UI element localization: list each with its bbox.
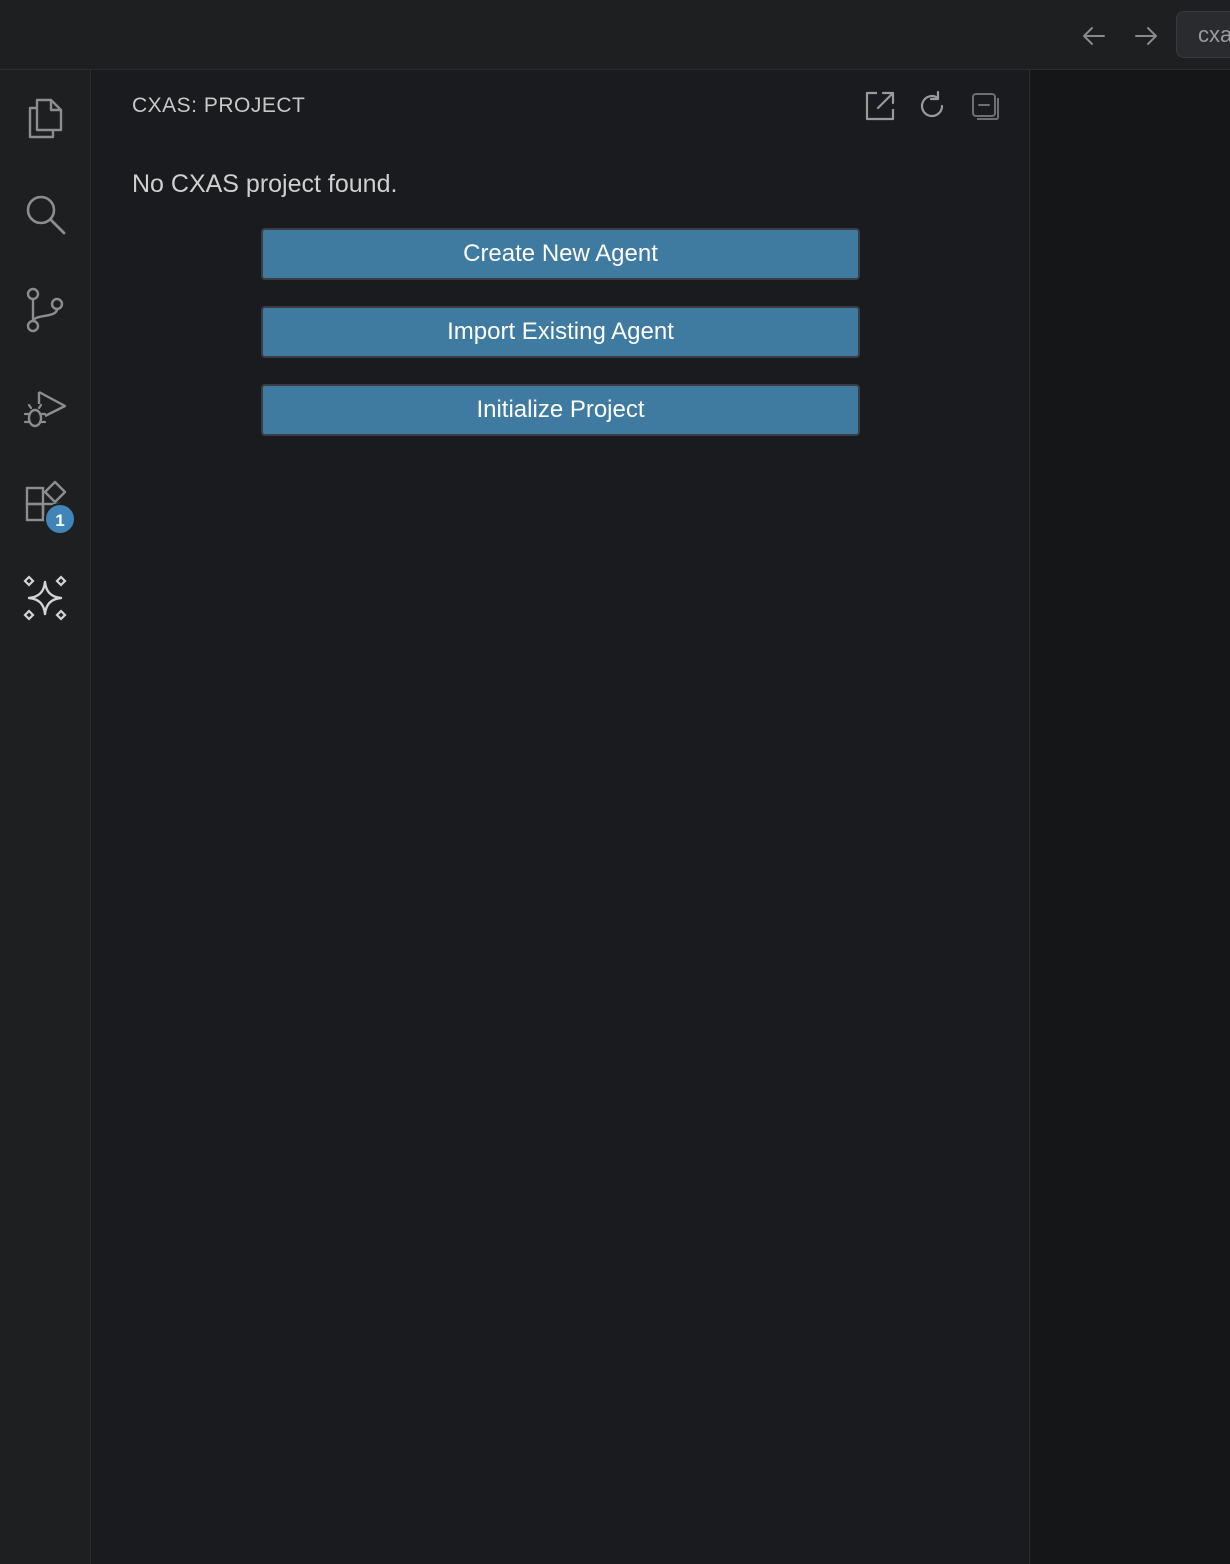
activity-explorer[interactable] (0, 73, 90, 163)
activity-source-control[interactable] (0, 265, 90, 355)
go-forward-button[interactable] (1128, 18, 1164, 54)
activity-bar: 1 (0, 70, 91, 1564)
arrow-right-icon (1135, 27, 1157, 45)
open-external-icon (865, 91, 895, 121)
open-in-new-window-button[interactable] (860, 86, 900, 126)
arrow-left-icon (1083, 27, 1105, 45)
command-center-search[interactable]: cxa (1176, 11, 1230, 58)
create-new-agent-button[interactable]: Create New Agent (261, 228, 860, 280)
activity-cxas[interactable] (0, 553, 90, 643)
run-debug-icon (23, 390, 67, 428)
activity-search[interactable] (0, 169, 90, 259)
collapse-all-button[interactable] (965, 86, 1005, 126)
refresh-icon (920, 90, 944, 118)
extensions-badge: 1 (44, 503, 76, 535)
collapse-all-icon (972, 93, 999, 120)
activity-run-debug[interactable] (0, 363, 90, 453)
search-icon (26, 195, 66, 235)
sparkle-diamond-icon (23, 575, 67, 621)
no-project-message: No CXAS project found. (132, 170, 398, 198)
activity-extensions[interactable] (0, 457, 90, 547)
sidebar-title: CXAS: PROJECT (132, 94, 306, 117)
editor-area (1031, 70, 1230, 1564)
import-existing-agent-button[interactable]: Import Existing Agent (261, 306, 860, 358)
files-icon (28, 98, 63, 139)
go-back-button[interactable] (1076, 18, 1112, 54)
refresh-button[interactable] (912, 86, 952, 126)
source-control-icon (26, 287, 64, 333)
title-bar: cxa (0, 0, 1230, 70)
initialize-project-button[interactable]: Initialize Project (261, 384, 860, 436)
cxas-project-sidebar: CXAS: PROJECT No CXAS project found. Cre… (92, 70, 1030, 1564)
